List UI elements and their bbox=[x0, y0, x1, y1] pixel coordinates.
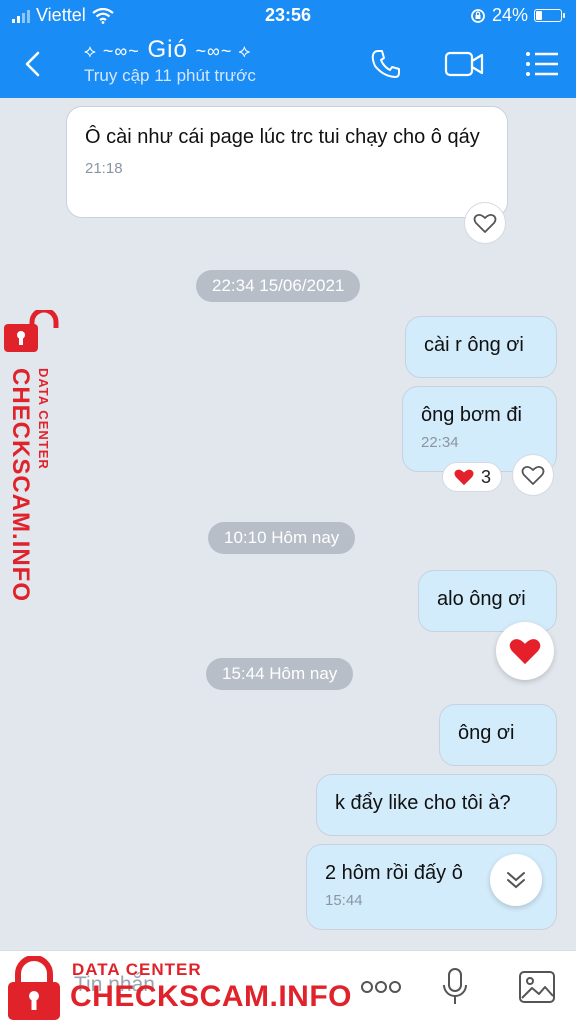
image-icon bbox=[519, 971, 555, 1003]
watermark-text-large: CHECKSCAM.INFO bbox=[70, 980, 352, 1013]
chat-area[interactable]: Ô cài như cái page lúc trc tui chạy cho … bbox=[0, 98, 576, 950]
message-incoming[interactable]: Ô cài như cái page lúc trc tui chạy cho … bbox=[66, 106, 508, 218]
heart-reaction-badge[interactable] bbox=[496, 622, 554, 680]
call-button[interactable] bbox=[366, 44, 406, 84]
reaction-summary[interactable]: 3 bbox=[442, 462, 503, 492]
date-separator: 10:10 Hôm nay bbox=[208, 522, 356, 554]
watermark-text-small: DATA CENTER bbox=[36, 368, 51, 470]
watermark-bottom: DATA CENTER CHECKSCAM.INFO bbox=[6, 956, 352, 1022]
photo-button[interactable] bbox=[516, 966, 558, 1008]
message-text: ông ơi bbox=[458, 722, 515, 744]
contact-name: ⟡ ~∞~ Gió ~∞~ ⟡ bbox=[84, 36, 256, 64]
back-button[interactable] bbox=[16, 46, 48, 82]
message-outgoing[interactable]: k đẩy like cho tôi à? bbox=[316, 774, 557, 836]
microphone-icon bbox=[443, 968, 467, 1004]
back-icon bbox=[25, 51, 40, 77]
chevron-down-icon bbox=[507, 872, 525, 889]
date-separator: 22:34 15/06/2021 bbox=[196, 270, 361, 302]
scroll-down-button[interactable] bbox=[490, 854, 542, 906]
contact-name-text: Gió bbox=[147, 36, 188, 63]
phone-icon bbox=[371, 50, 400, 78]
react-button[interactable] bbox=[464, 202, 506, 244]
battery-percent: 24% bbox=[491, 5, 528, 25]
watermark-text-small: DATA CENTER bbox=[72, 960, 202, 979]
message-outgoing[interactable]: alo ông ơi bbox=[418, 570, 557, 632]
date-separator: 15:44 Hôm nay bbox=[206, 658, 354, 690]
message-outgoing[interactable]: cài r ông ơi bbox=[405, 316, 557, 378]
video-icon bbox=[444, 51, 484, 77]
ornament-left: ⟡ ~∞~ bbox=[84, 41, 140, 61]
react-button[interactable] bbox=[512, 454, 554, 496]
lock-icon bbox=[4, 310, 59, 352]
menu-icon bbox=[526, 52, 558, 76]
heart-outline-icon bbox=[521, 465, 545, 485]
lock-icon bbox=[8, 956, 60, 1020]
message-outgoing[interactable]: ông ơi bbox=[439, 704, 557, 766]
last-seen: Truy cập 11 phút trước bbox=[84, 66, 256, 85]
status-bar: Viettel 23:56 24% bbox=[0, 0, 576, 30]
more-icon bbox=[361, 981, 401, 993]
watermark-side: CHECKSCAM.INFO DATA CENTER bbox=[0, 310, 66, 602]
message-text: k đẩy like cho tôi à? bbox=[335, 792, 511, 814]
heart-outline-icon bbox=[473, 213, 497, 233]
message-time: 21:18 bbox=[85, 160, 123, 177]
menu-button[interactable] bbox=[522, 44, 562, 84]
status-right: 24% bbox=[470, 5, 565, 26]
video-call-button[interactable] bbox=[444, 44, 484, 84]
message-text: cài r ông ơi bbox=[424, 334, 524, 356]
watermark-text-large: CHECKSCAM.INFO bbox=[7, 368, 34, 602]
message-text: Ô cài như cái page lúc trc tui chạy cho … bbox=[85, 126, 480, 148]
reaction-count: 3 bbox=[481, 466, 492, 487]
more-button[interactable] bbox=[360, 966, 402, 1008]
voice-button[interactable] bbox=[434, 966, 476, 1008]
ornament-right: ~∞~ ⟡ bbox=[195, 41, 252, 61]
message-text: alo ông ơi bbox=[437, 588, 526, 610]
battery-icon bbox=[534, 9, 565, 22]
chat-header: ⟡ ~∞~ Gió ~∞~ ⟡ Truy cập 11 phút trước bbox=[0, 30, 576, 98]
message-text: ông bơm đi bbox=[421, 404, 522, 426]
message-time: 22:34 bbox=[421, 434, 459, 451]
heart-icon bbox=[454, 469, 474, 486]
heart-icon bbox=[509, 639, 541, 665]
rotation-lock-icon bbox=[471, 8, 485, 23]
contact-info[interactable]: ⟡ ~∞~ Gió ~∞~ ⟡ Truy cập 11 phút trước bbox=[84, 36, 256, 86]
